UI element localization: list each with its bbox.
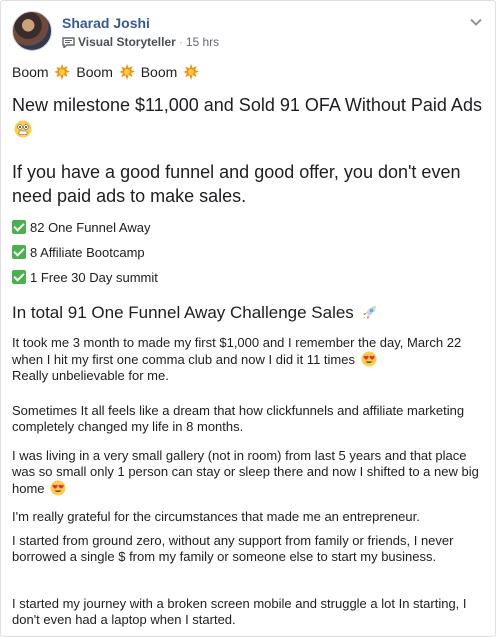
boom-word: Boom — [140, 64, 178, 80]
boom-line: Boom Boom Boom — [12, 63, 485, 81]
boom-word: Boom — [12, 64, 49, 80]
post-meta: Visual Storyteller · 15 hrs — [62, 35, 219, 49]
heart-eyes-emoji — [50, 480, 66, 496]
heart-eyes-emoji — [361, 351, 377, 367]
checklist-item: 8 Affiliate Bootcamp — [12, 245, 485, 261]
total-sales-heading: In total 91 One Funnel Away Challenge Sa… — [12, 301, 485, 325]
chevron-down-icon[interactable] — [469, 15, 483, 29]
funnel-paragraph: If you have a good funnel and good offer… — [12, 162, 461, 206]
milestone-text: New milestone $11,000 and Sold 91 OFA Wi… — [12, 95, 482, 115]
boom-word: Boom — [76, 64, 113, 80]
collision-emoji — [118, 64, 135, 80]
check-mark-emoji — [12, 220, 26, 234]
collision-emoji — [54, 64, 71, 80]
post-timestamp[interactable]: 15 hrs — [186, 35, 219, 49]
badge-label[interactable]: Visual Storyteller — [78, 35, 176, 49]
paragraph: Sometimes It all feels like a dream that… — [12, 403, 465, 434]
paragraph: I was living in a very small gallery (no… — [12, 448, 479, 496]
paragraph: I started my journey with a broken scree… — [12, 596, 467, 627]
paragraph: It took me 3 month to made my first $1,0… — [12, 335, 462, 383]
milestone-paragraph: New milestone $11,000 and Sold 91 OFA Wi… — [12, 93, 485, 141]
speech-bubble-icon — [62, 36, 75, 48]
checklist-item: 82 One Funnel Away — [12, 220, 485, 236]
facebook-post: Sharad Joshi Visual Storyteller · 15 hrs… — [0, 0, 496, 637]
checklist-item: 1 Free 30 Day summit — [12, 270, 485, 286]
money-mouth-emoji — [14, 120, 32, 138]
check-mark-emoji — [12, 270, 26, 284]
paragraph: I'm really grateful for the circumstance… — [12, 509, 420, 524]
author-name[interactable]: Sharad Joshi — [62, 15, 150, 31]
total-text: In total 91 One Funnel Away Challenge Sa… — [12, 303, 354, 322]
avatar[interactable] — [12, 11, 52, 51]
post-header: Sharad Joshi Visual Storyteller · 15 hrs — [12, 11, 487, 55]
check-mark-emoji — [12, 245, 26, 259]
rocket-emoji — [362, 306, 376, 319]
collision-emoji — [183, 64, 200, 80]
paragraph: I started from ground zero, without any … — [12, 533, 454, 564]
